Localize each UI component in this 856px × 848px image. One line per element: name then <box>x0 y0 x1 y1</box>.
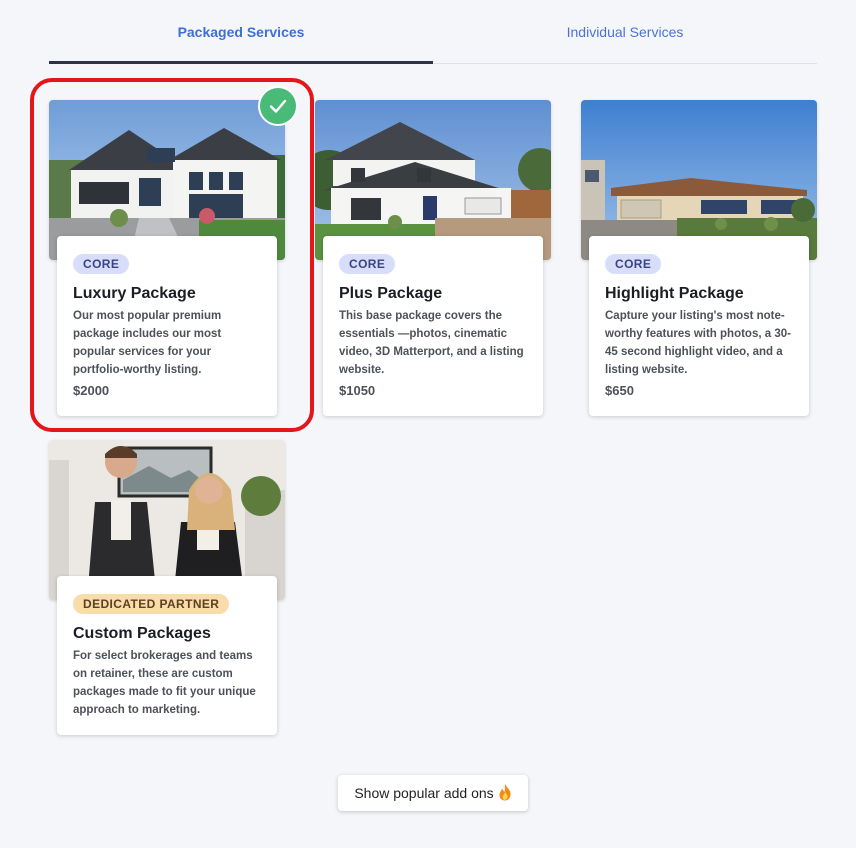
package-details: CORE Luxury Package Our most popular pre… <box>57 236 277 416</box>
show-addons-button[interactable]: Show popular add ons <box>338 775 528 811</box>
selected-check-icon <box>258 86 298 126</box>
service-tabs: Packaged Services Individual Services <box>49 0 817 64</box>
core-badge: CORE <box>339 254 396 274</box>
package-price: $2000 <box>73 383 110 398</box>
package-description: This base package covers the essentials … <box>339 310 524 376</box>
packages-page: Packaged Services Individual Services CO… <box>0 0 856 848</box>
package-details: DEDICATED PARTNER Custom Packages For se… <box>57 576 277 735</box>
package-title: Custom Packages <box>73 625 211 642</box>
package-price: $650 <box>605 383 634 398</box>
package-title: Plus Package <box>339 285 443 302</box>
tab-packaged-services[interactable]: Packaged Services <box>49 0 433 63</box>
tab-individual-services[interactable]: Individual Services <box>433 0 817 63</box>
package-details: CORE Highlight Package Capture your list… <box>589 236 809 416</box>
core-badge: CORE <box>73 254 130 274</box>
show-addons-label: Show popular add ons <box>354 785 494 801</box>
package-details: CORE Plus Package This base package cove… <box>323 236 543 416</box>
dedicated-partner-badge: DEDICATED PARTNER <box>73 594 230 614</box>
package-price: $1050 <box>339 383 376 398</box>
fire-icon <box>498 783 512 804</box>
package-description: For select brokerages and teams on retai… <box>73 650 256 716</box>
package-title: Luxury Package <box>73 285 196 302</box>
package-description: Capture your listing's most note-worthy … <box>605 310 791 376</box>
package-title: Highlight Package <box>605 285 744 302</box>
core-badge: CORE <box>605 254 662 274</box>
active-tab-indicator <box>49 61 433 64</box>
package-description: Our most popular premium package include… <box>73 310 222 376</box>
